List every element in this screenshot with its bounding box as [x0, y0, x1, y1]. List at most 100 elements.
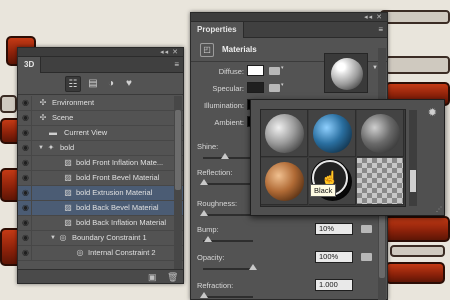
tree-row-material[interactable]: ◉ ▨ bold Front Bevel Material — [18, 171, 183, 186]
visibility-eye-icon[interactable]: ◉ — [20, 96, 32, 110]
material-preset-dark-grey[interactable] — [357, 110, 404, 157]
collapse-close-buttons[interactable]: ◂◂ ✕ — [160, 48, 179, 57]
panel-tab-bar: 3D ≡ — [18, 57, 183, 73]
tree-row-label: bold Back Bevel Material — [76, 203, 159, 212]
tree-row-label: bold Extrusion Material — [76, 188, 153, 197]
tree-row-label: Current View — [64, 128, 108, 137]
roughness-slider[interactable] — [200, 210, 253, 216]
tree-row-constraint[interactable]: ◉ ◎ Internal Constraint 2 — [18, 246, 183, 261]
panel-menu-icon[interactable]: ≡ — [378, 25, 383, 34]
tree-row-material[interactable]: ◉ ▨ bold Back Bevel Material — [18, 201, 183, 216]
slider-knob[interactable] — [200, 292, 208, 298]
material-icon: ▨ — [64, 203, 72, 212]
material-preset-blue-glass[interactable] — [309, 110, 356, 157]
bump-texture-folder-icon[interactable] — [361, 225, 372, 233]
tree-row-current-view[interactable]: ◉ ▬ Current View — [18, 126, 183, 141]
tree-row-bold[interactable]: ◉ ▼ ✦ bold — [18, 141, 183, 156]
visibility-eye-icon[interactable]: ◉ — [20, 141, 32, 155]
opacity-label: Opacity: — [197, 253, 225, 262]
refraction-slider[interactable] — [200, 292, 253, 298]
tree-row-scene[interactable]: ◉ ✣ Scene — [18, 111, 183, 126]
shine-slider[interactable] — [203, 153, 253, 159]
material-preset-ball — [361, 114, 400, 153]
slider-knob[interactable] — [221, 153, 229, 159]
visibility-eye-icon[interactable]: ◉ — [20, 171, 32, 185]
camera-icon: ▬ — [49, 128, 57, 137]
tree-row-label: Environment — [52, 98, 95, 107]
opacity-slider[interactable] — [203, 264, 257, 270]
tree-row-label: bold — [60, 143, 75, 152]
tree-row-material[interactable]: ◉ ▨ bold Back Inflation Material — [18, 216, 183, 231]
visibility-eye-icon[interactable]: ◉ — [20, 126, 32, 140]
trash-icon[interactable]: 🗑 — [167, 272, 178, 283]
tree-row-material[interactable]: ◉ ▨ bold Front Inflation Mate... — [18, 156, 183, 171]
material-filter-icon[interactable]: ◑ — [103, 76, 119, 92]
expand-arrow-icon[interactable]: ▼ — [38, 141, 44, 155]
constraint-icon: ◎ — [59, 233, 67, 242]
opacity-texture-folder-icon[interactable] — [361, 253, 372, 261]
tab-3d[interactable]: 3D — [18, 57, 42, 73]
picker-scrollbar[interactable] — [409, 110, 417, 206]
specular-label: Specular: — [212, 84, 244, 93]
reflection-label: Reflection: — [197, 168, 233, 177]
panel-tab-bar: Properties ≡ — [191, 22, 387, 38]
tooltip: Black — [310, 184, 337, 197]
visibility-eye-icon[interactable]: ◉ — [20, 201, 32, 215]
light-filter-icon[interactable]: ♥ — [121, 76, 137, 92]
material-preset-checker[interactable] — [357, 158, 404, 205]
material-preview[interactable] — [324, 53, 368, 93]
visibility-eye-icon[interactable]: ◉ — [20, 111, 32, 125]
ambient-label: Ambient: — [214, 118, 244, 127]
slider-knob[interactable] — [200, 179, 208, 185]
scrollbar-thumb[interactable] — [175, 110, 181, 190]
new-object-icon[interactable]: ▣ — [148, 272, 157, 283]
panel-menu-icon[interactable]: ≡ — [174, 60, 179, 69]
panel-grip[interactable]: ◂◂ ✕ — [18, 48, 183, 57]
slider-knob[interactable] — [200, 210, 208, 216]
tree-row-constraint[interactable]: ◉ ▼ ◎ Boundary Constraint 1 — [18, 231, 183, 246]
material-icon: ▨ — [64, 158, 72, 167]
visibility-eye-icon[interactable]: ◉ — [20, 231, 32, 245]
tree-row-label: Boundary Constraint 1 — [72, 233, 147, 242]
mesh-filter-icon[interactable]: ▤ — [85, 76, 101, 92]
specular-color-swatch[interactable] — [247, 82, 264, 93]
expand-arrow-icon[interactable]: ▼ — [50, 231, 56, 245]
reflection-slider[interactable] — [200, 179, 253, 185]
tree-row-label: bold Back Inflation Material — [76, 218, 167, 227]
bump-slider[interactable] — [203, 236, 253, 242]
gear-icon[interactable]: ✹ — [428, 106, 437, 119]
visibility-eye-icon[interactable]: ◉ — [20, 156, 32, 170]
refraction-value-field[interactable]: 1.000 — [315, 279, 353, 291]
bump-label: Bump: — [197, 225, 219, 234]
visibility-eye-icon[interactable]: ◉ — [20, 186, 32, 200]
panel-grip[interactable]: ◂◂ ✕ — [191, 13, 387, 22]
material-preset-copper[interactable] — [261, 158, 308, 205]
constraint-icon: ◎ — [76, 248, 84, 257]
tree-row-label: Scene — [52, 113, 74, 122]
tree-row-label: bold Front Inflation Mate... — [76, 158, 164, 167]
canvas-3d-text-shape — [385, 262, 445, 284]
tree-row-material[interactable]: ◉ ▨ bold Extrusion Material — [18, 186, 183, 201]
tree-row-environment[interactable]: ◉ ✣ Environment — [18, 96, 183, 111]
slider-knob[interactable] — [204, 236, 212, 242]
visibility-eye-icon[interactable]: ◉ — [20, 246, 32, 260]
scrollbar-thumb[interactable] — [410, 170, 416, 192]
resize-grip-icon[interactable]: ⋰ — [436, 206, 442, 213]
opacity-value-field[interactable]: 100% — [315, 251, 353, 263]
bump-value-field[interactable]: 10% — [315, 223, 353, 235]
specular-texture-folder-icon[interactable] — [269, 82, 284, 92]
tab-properties[interactable]: Properties — [191, 22, 244, 38]
material-preset-ball — [265, 162, 304, 201]
scene-tree-scrollbar[interactable] — [174, 96, 182, 269]
diffuse-color-swatch[interactable] — [247, 65, 264, 76]
illumination-label: Illumination: — [203, 101, 244, 110]
material-preset-metal-grey[interactable] — [261, 110, 308, 157]
environment-icon: ✣ — [39, 98, 47, 107]
collapse-close-buttons[interactable]: ◂◂ ✕ — [364, 13, 383, 22]
visibility-eye-icon[interactable]: ◉ — [20, 216, 32, 230]
scene-filter-icon[interactable]: ☷ — [65, 76, 81, 92]
tree-row-label: bold Front Bevel Material — [76, 173, 160, 182]
material-icon: ▨ — [64, 218, 72, 227]
slider-knob[interactable] — [249, 264, 257, 270]
diffuse-texture-folder-icon[interactable] — [269, 65, 284, 75]
